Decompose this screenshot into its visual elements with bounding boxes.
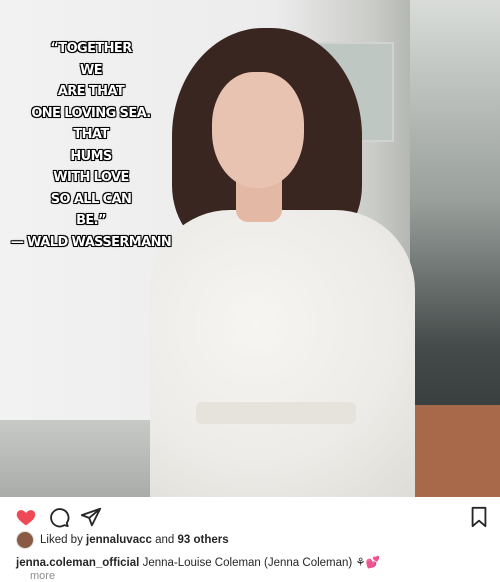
post-caption: jenna.coleman_official Jenna-Louise Cole… <box>16 555 380 569</box>
avatar[interactable] <box>16 531 34 549</box>
more-link[interactable]: more <box>30 570 55 582</box>
photo-subject-face <box>212 72 304 188</box>
liked-by-others-link[interactable]: 93 others <box>177 534 228 546</box>
liked-by-prefix: Liked by <box>40 534 83 546</box>
quote-overlay: “TOGETHER WE ARE THAT ONE LOVING SEA. TH… <box>10 41 172 250</box>
liked-by-and: and <box>155 534 175 546</box>
instagram-post: “TOGETHER WE ARE THAT ONE LOVING SEA. TH… <box>0 0 500 582</box>
bookmark-icon[interactable] <box>468 506 490 528</box>
caption-text: Jenna-Louise Coleman (Jenna Coleman) ⚘💕 <box>142 557 381 569</box>
heart-icon[interactable] <box>15 506 37 528</box>
likes-summary: Liked by jennaluvacc and 93 others <box>16 530 229 550</box>
send-icon[interactable] <box>80 506 102 528</box>
photo-subject-sash <box>196 402 356 424</box>
post-photo[interactable]: “TOGETHER WE ARE THAT ONE LOVING SEA. TH… <box>0 0 500 497</box>
comment-icon[interactable] <box>48 506 70 528</box>
liked-by-user-link[interactable]: jennaluvacc <box>86 534 152 546</box>
caption-username-link[interactable]: jenna.coleman_official <box>16 557 139 569</box>
photo-subject-dress <box>150 210 415 497</box>
photo-sofa <box>400 405 500 497</box>
action-bar <box>0 497 500 533</box>
